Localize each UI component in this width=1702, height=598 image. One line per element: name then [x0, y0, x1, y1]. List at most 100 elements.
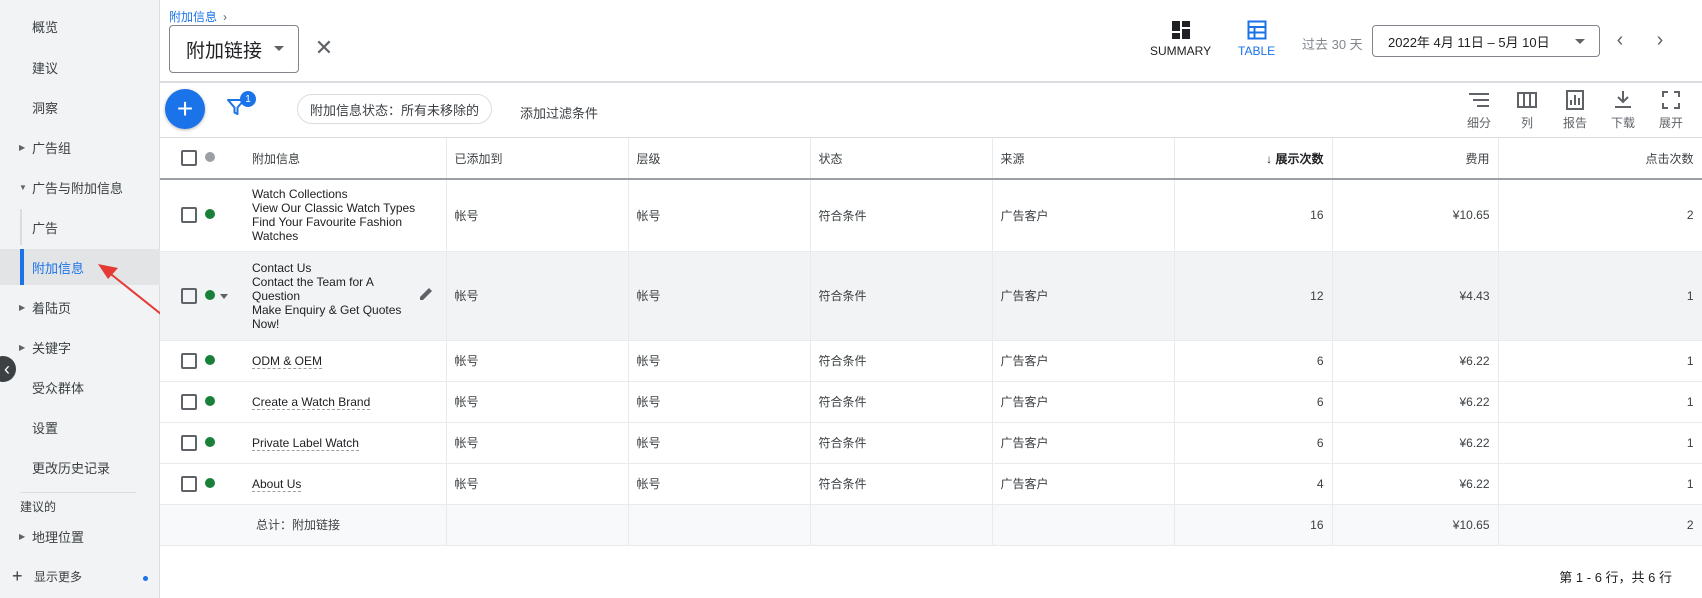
- dropdown-caret-icon: [1575, 39, 1585, 44]
- summary-view-button[interactable]: SUMMARY: [1150, 20, 1211, 58]
- extension-cell[interactable]: Create a Watch Brand: [246, 381, 447, 423]
- extension-line: Find Your Favourite Fashion: [252, 215, 403, 230]
- clicks-cell: 1: [1498, 463, 1702, 505]
- breadcrumb-link[interactable]: 附加信息: [169, 8, 217, 25]
- filter-chip[interactable]: 附加信息状态：所有未移除的: [297, 94, 493, 124]
- row-checkbox[interactable]: [181, 393, 197, 410]
- level-cell: 帐号: [628, 251, 811, 341]
- sidebar-item-ad-groups[interactable]: ▶ 广告组: [0, 129, 160, 165]
- extension-line: Watches: [252, 229, 299, 244]
- add-extension-button[interactable]: +: [165, 89, 205, 129]
- add-filter-button[interactable]: 添加过滤条件: [520, 103, 598, 122]
- row-checkbox[interactable]: [181, 352, 197, 369]
- sidebar-item-overview[interactable]: 概览: [0, 8, 160, 44]
- table-row[interactable]: Contact Us Contact the Team for A Questi…: [160, 251, 1702, 341]
- expand-label: 展开: [1658, 116, 1683, 130]
- edit-pencil-icon[interactable]: [418, 286, 434, 302]
- columns-button[interactable]: 列: [1507, 90, 1547, 131]
- chevron-right-icon: ›: [223, 9, 228, 24]
- added-to-cell: 帐号: [446, 463, 629, 505]
- plus-icon: +: [176, 93, 194, 124]
- sidebar-item-ads[interactable]: 广告: [0, 209, 160, 245]
- impressions-cell: 6: [1174, 381, 1333, 423]
- expand-button[interactable]: 展开: [1651, 90, 1691, 131]
- sidebar-item-change-history[interactable]: 更改历史记录: [0, 449, 160, 485]
- date-range-picker[interactable]: 2022年 4月 11日 – 5月 10日: [1372, 25, 1600, 57]
- added-to-cell: 帐号: [446, 251, 629, 341]
- clicks-cell: 1: [1498, 340, 1702, 382]
- sidebar-item-label: 受众群体: [32, 380, 85, 396]
- column-header-extension[interactable]: 附加信息: [246, 138, 447, 180]
- header-divider: [160, 81, 1702, 83]
- plus-icon: +: [12, 566, 23, 586]
- sidebar-item-locations[interactable]: ▶ 地理位置: [0, 518, 160, 554]
- dashboard-icon: [1171, 21, 1190, 39]
- caret-right-icon: ▶: [19, 302, 26, 312]
- column-header-level[interactable]: 层级: [628, 138, 811, 180]
- sidebar-item-keywords[interactable]: ▶ 关键字: [0, 329, 160, 365]
- table-row[interactable]: About Us 帐号 帐号 符合条件 广告客户 4 ¥6.22 1: [160, 463, 1702, 505]
- column-header-clicks[interactable]: 点击次数: [1498, 138, 1702, 180]
- sidebar-item-settings[interactable]: 设置: [0, 409, 160, 445]
- sidebar-item-label: 关键字: [32, 340, 72, 356]
- show-more-button[interactable]: + 显示更多: [12, 566, 82, 587]
- sidebar-item-recommendations[interactable]: 建议: [0, 49, 160, 85]
- sidebar-item-label: 设置: [32, 420, 59, 436]
- sidebar-item-ads-extensions[interactable]: ▼ 广告与附加信息: [0, 169, 160, 205]
- reports-label: 报告: [1562, 116, 1587, 130]
- page-title-dropdown[interactable]: 附加链接: [169, 25, 299, 73]
- source-cell: 广告客户: [992, 179, 1175, 252]
- status-enabled-icon: [205, 209, 215, 220]
- close-button[interactable]: ✕: [312, 35, 336, 60]
- table-view-button[interactable]: TABLE: [1238, 20, 1275, 58]
- status-enabled-icon: [205, 354, 215, 365]
- source-cell: 广告客户: [992, 422, 1175, 464]
- table-row[interactable]: Private Label Watch 帐号 帐号 符合条件 广告客户 6 ¥6…: [160, 422, 1702, 464]
- reports-button[interactable]: 报告: [1555, 90, 1595, 131]
- extension-title: Contact Us: [252, 260, 312, 275]
- row-checkbox[interactable]: [181, 434, 197, 451]
- select-all-checkbox[interactable]: [181, 150, 197, 166]
- status-dropdown-icon[interactable]: [220, 293, 228, 299]
- column-header-cost[interactable]: 费用: [1332, 138, 1499, 180]
- sidebar-item-label: 地理位置: [32, 529, 85, 545]
- download-button[interactable]: 下载: [1603, 90, 1643, 131]
- table-row[interactable]: Create a Watch Brand 帐号 帐号 符合条件 广告客户 6 ¥…: [160, 381, 1702, 423]
- status-cell: 符合条件: [810, 340, 993, 382]
- fullscreen-icon: [1662, 91, 1680, 109]
- clicks-cell: 2: [1498, 179, 1702, 252]
- chevron-left-icon: ‹: [1616, 28, 1624, 51]
- column-header-impressions[interactable]: ↓ 展示次数: [1174, 138, 1333, 180]
- sidebar-divider: [20, 492, 136, 493]
- extension-cell[interactable]: Private Label Watch: [246, 422, 447, 464]
- sidebar-item-audiences[interactable]: 受众群体: [0, 369, 160, 405]
- segment-button[interactable]: 细分: [1459, 90, 1499, 131]
- caret-down-icon: ▼: [19, 182, 27, 192]
- filter-count-badge: 1: [240, 91, 256, 107]
- table-row[interactable]: Watch Collections View Our Classic Watch…: [160, 179, 1702, 252]
- bar-chart-icon: [1566, 90, 1584, 110]
- cost-cell: ¥6.22: [1332, 340, 1499, 382]
- column-header-source[interactable]: 来源: [992, 138, 1175, 180]
- extension-cell[interactable]: Contact Us Contact the Team for A Questi…: [246, 251, 447, 341]
- row-checkbox[interactable]: [181, 287, 197, 304]
- sidebar-item-label: 洞察: [32, 100, 59, 116]
- extension-cell[interactable]: ODM & OEM: [246, 340, 447, 382]
- row-checkbox[interactable]: [181, 475, 197, 492]
- total-impressions-cell: 16: [1174, 504, 1333, 546]
- sidebar-item-insights[interactable]: 洞察: [0, 89, 160, 125]
- level-cell: 帐号: [628, 381, 811, 423]
- sidebar-item-label: 广告组: [32, 140, 72, 156]
- column-header-status[interactable]: 状态: [810, 138, 993, 180]
- total-cost-cell: ¥10.65: [1332, 504, 1499, 546]
- date-next-button[interactable]: ›: [1648, 28, 1672, 52]
- row-checkbox[interactable]: [181, 207, 197, 224]
- extension-cell[interactable]: About Us: [246, 463, 447, 505]
- cost-cell: ¥4.43: [1332, 251, 1499, 341]
- sidebar-item-label: 广告: [32, 220, 59, 236]
- table-row[interactable]: ODM & OEM 帐号 帐号 符合条件 广告客户 6 ¥6.22 1: [160, 340, 1702, 382]
- column-header-added-to[interactable]: 已添加到: [446, 138, 629, 180]
- extension-cell[interactable]: Watch Collections View Our Classic Watch…: [246, 179, 447, 252]
- columns-label: 列: [1520, 116, 1533, 130]
- date-prev-button[interactable]: ‹: [1608, 28, 1632, 52]
